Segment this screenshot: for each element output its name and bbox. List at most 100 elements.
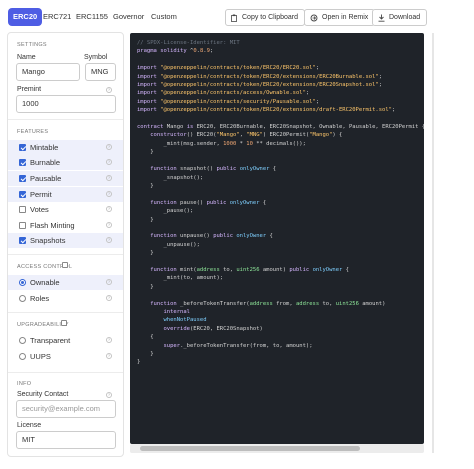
code-line: pragma solidity ^0.8.9;: [137, 48, 214, 55]
features-title: FEATURES: [17, 129, 49, 135]
snapshots-checkbox[interactable]: [19, 237, 26, 244]
code-line: _mint(to, amount);: [137, 275, 224, 282]
mintable-checkbox[interactable]: [19, 144, 26, 151]
pausable-checkbox[interactable]: [19, 175, 26, 182]
code-block: // SPDX-License-Identifier: MIT pragma s…: [137, 39, 424, 367]
feature-permit[interactable]: Permit ?: [8, 187, 123, 202]
code-line: _snapshot();: [137, 174, 204, 181]
mintable-help-icon[interactable]: ?: [106, 144, 112, 150]
code-line: super._beforeTokenTransfer(from, to, amo…: [163, 342, 313, 349]
transparent-help-icon[interactable]: ?: [106, 337, 112, 343]
code-line: }: [137, 283, 154, 290]
download-button[interactable]: Download: [372, 9, 428, 26]
burnable-checkbox[interactable]: [19, 159, 26, 166]
uups-label: UUPS: [30, 352, 51, 361]
symbol-label: Symbol: [84, 54, 108, 61]
code-line: contract Mango is ERC20, ERC20Burnable, …: [137, 124, 424, 131]
mintable-label: Mintable: [30, 143, 59, 152]
remix-icon: [310, 14, 318, 21]
code-editor[interactable]: // SPDX-License-Identifier: MIT pragma s…: [130, 33, 424, 444]
code-line: import "@openzeppelin/contracts/token/ER…: [137, 82, 383, 89]
symbol-input[interactable]: MNG: [85, 63, 116, 81]
name-input[interactable]: Mango: [16, 63, 80, 81]
security-contact-input[interactable]: security@example.com: [16, 400, 116, 418]
feature-snapshots[interactable]: Snapshots ?: [8, 233, 123, 248]
code-line: whenNotPaused: [163, 317, 207, 324]
transparent-radio[interactable]: [19, 337, 26, 344]
burnable-label: Burnable: [30, 158, 61, 167]
access-control-toggle-checkbox[interactable]: [62, 262, 68, 268]
code-line: }: [137, 250, 154, 257]
security-contact-label: Security Contact: [17, 391, 69, 398]
divider: [8, 372, 123, 373]
ownable-help-icon[interactable]: ?: [106, 279, 112, 285]
upgrade-transparent[interactable]: Transparent ?: [8, 333, 123, 348]
ownable-radio[interactable]: [19, 279, 26, 286]
download-icon: [378, 14, 385, 22]
license-input[interactable]: MIT: [16, 431, 116, 449]
code-line: function unpause() public onlyOwner {: [150, 233, 273, 240]
feature-burnable[interactable]: Burnable ?: [8, 155, 123, 170]
copy-label: Copy to Clipboard: [242, 14, 299, 21]
sidebar: SETTINGS Name Symbol Mango MNG Premint ?…: [7, 32, 124, 457]
premint-input[interactable]: 1000: [16, 95, 116, 113]
vertical-scrollbar[interactable]: [432, 33, 434, 453]
code-line: }: [137, 359, 141, 366]
roles-label: Roles: [30, 294, 50, 303]
uups-help-icon[interactable]: ?: [106, 353, 112, 359]
divider: [8, 119, 123, 120]
feature-pausable[interactable]: Pausable ?: [8, 171, 123, 186]
settings-title: SETTINGS: [17, 42, 47, 48]
clipboard-icon: [231, 14, 237, 22]
top-bar: ERC20 ERC721 ERC1155 Governor Custom Cop…: [0, 0, 474, 32]
snapshots-help-icon[interactable]: ?: [106, 237, 112, 243]
tab-erc1155[interactable]: ERC1155: [71, 8, 113, 26]
burnable-help-icon[interactable]: ?: [106, 159, 112, 165]
code-line: function snapshot() public onlyOwner {: [150, 166, 277, 173]
upgradeability-toggle-checkbox[interactable]: [61, 320, 67, 326]
snapshots-label: Snapshots: [30, 236, 66, 245]
tab-custom[interactable]: Custom: [146, 8, 182, 26]
code-line: function _beforeTokenTransfer(address fr…: [150, 300, 386, 307]
security-contact-help-icon[interactable]: ?: [106, 392, 112, 398]
pausable-help-icon[interactable]: ?: [106, 175, 112, 181]
premint-label: Premint: [17, 86, 42, 93]
code-line: }: [137, 182, 154, 189]
votes-help-icon[interactable]: ?: [106, 206, 112, 212]
permit-label: Permit: [30, 190, 52, 199]
flash-minting-help-icon[interactable]: ?: [106, 222, 112, 228]
flash-minting-checkbox[interactable]: [19, 222, 26, 229]
remix-label: Open in Remix: [322, 14, 369, 21]
tab-governor[interactable]: Governor: [108, 8, 149, 26]
code-line: _mint(msg.sender, 1000 * 10 ** decimals(…: [137, 140, 306, 147]
download-label: Download: [389, 14, 421, 21]
code-line: import "@openzeppelin/contracts/security…: [137, 98, 320, 105]
permit-checkbox[interactable]: [19, 191, 26, 198]
code-line: internal: [163, 309, 191, 315]
scrollbar-thumb[interactable]: [140, 446, 360, 451]
divider: [8, 254, 123, 255]
votes-checkbox[interactable]: [19, 206, 26, 213]
access-roles[interactable]: Roles ?: [8, 291, 123, 306]
premint-help-icon[interactable]: ?: [106, 87, 112, 93]
transparent-label: Transparent: [30, 336, 71, 345]
info-title: INFO: [17, 381, 32, 387]
access-ownable[interactable]: Ownable ?: [8, 275, 123, 290]
open-in-remix-button[interactable]: Open in Remix: [304, 9, 376, 26]
feature-flash-minting[interactable]: Flash Minting ?: [8, 218, 123, 233]
code-line: _unpause();: [137, 241, 200, 248]
code-line: constructor() ERC20("Mango", "MNG") ERC2…: [150, 132, 343, 139]
permit-help-icon[interactable]: ?: [106, 191, 112, 197]
horizontal-scrollbar[interactable]: [130, 444, 424, 453]
code-line: import "@openzeppelin/contracts/token/ER…: [137, 73, 383, 80]
upgrade-uups[interactable]: UUPS ?: [8, 349, 123, 364]
feature-votes[interactable]: Votes ?: [8, 202, 123, 217]
code-line: function pause() public onlyOwner {: [150, 199, 267, 206]
code-line: import "@openzeppelin/contracts/token/ER…: [137, 65, 320, 72]
roles-help-icon[interactable]: ?: [106, 295, 112, 301]
code-line: import "@openzeppelin/contracts/token/ER…: [137, 107, 396, 114]
uups-radio[interactable]: [19, 353, 26, 360]
copy-to-clipboard-button[interactable]: Copy to Clipboard: [225, 9, 306, 26]
feature-mintable[interactable]: Mintable ?: [8, 140, 123, 155]
roles-radio[interactable]: [19, 295, 26, 302]
